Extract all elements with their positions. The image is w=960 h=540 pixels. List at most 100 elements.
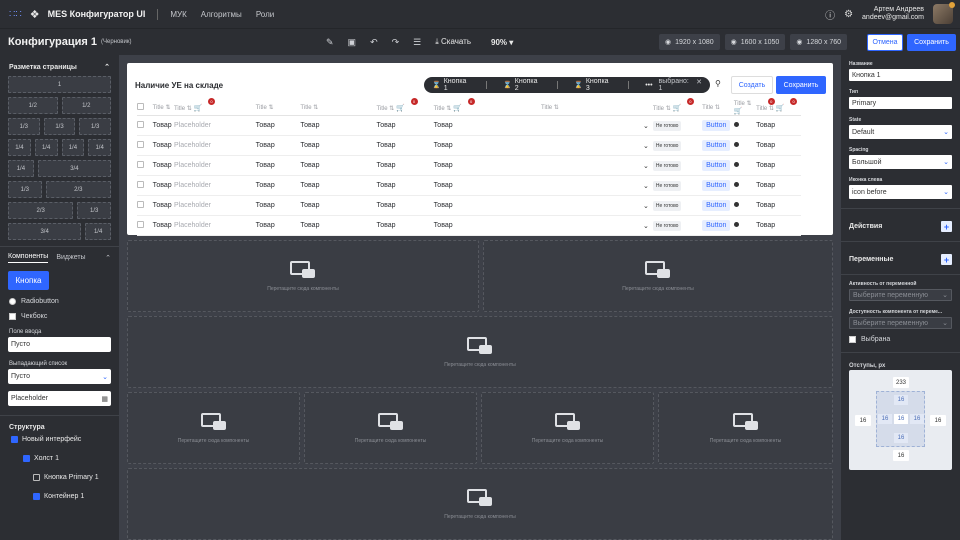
column-header[interactable]: Title ⇅ 🛒 0 xyxy=(376,98,434,116)
row-button[interactable]: Button xyxy=(702,160,731,171)
sort-icon[interactable]: ⇅ xyxy=(267,105,273,111)
chevron-down-icon[interactable]: ⌄ xyxy=(643,142,653,150)
drop-zone[interactable]: Перетащите сюда компоненты xyxy=(481,392,654,464)
undo-icon[interactable]: ↶ xyxy=(370,37,378,48)
drop-zone[interactable]: Перетащите сюда компоненты xyxy=(304,392,477,464)
tree-item-container[interactable]: Контейнер 1 xyxy=(9,493,110,500)
card-save-button[interactable]: Сохранить xyxy=(776,76,826,94)
table-cell[interactable]: Placeholder xyxy=(173,195,256,216)
create-button[interactable]: Создать xyxy=(731,76,773,94)
avatar[interactable] xyxy=(933,2,955,24)
apps-grid-icon[interactable]: ∷∷ xyxy=(9,9,22,20)
redo-icon[interactable]: ↷ xyxy=(392,37,400,48)
margin-right-input[interactable]: 16 xyxy=(930,415,946,426)
layout-option-cell[interactable]: 3/4 xyxy=(8,223,82,240)
sort-icon[interactable]: ⇅ xyxy=(767,106,774,112)
icon-left-select[interactable]: icon before ⌄ xyxy=(849,185,952,199)
padding-left-input[interactable]: 16 xyxy=(878,414,892,424)
chevron-down-icon[interactable]: ⌄ xyxy=(643,122,653,130)
search-icon[interactable]: ⚲ xyxy=(715,79,721,88)
widget-select[interactable]: Пусто ⌄ xyxy=(8,369,111,384)
sort-icon[interactable]: ⇅ xyxy=(185,106,192,112)
row-checkbox[interactable] xyxy=(137,181,144,188)
tab-widgets[interactable]: Виджеты xyxy=(56,254,85,263)
info-icon[interactable]: ⓘ xyxy=(825,7,835,22)
column-header[interactable]: Title ⇅ 🛒 0 xyxy=(433,98,541,116)
sort-icon[interactable]: ⇅ xyxy=(552,105,559,111)
layout-option-cell[interactable]: 1/3 xyxy=(77,202,111,219)
drop-zone[interactable]: Перетащите сюда компоненты xyxy=(127,240,479,312)
type-select[interactable]: Primary xyxy=(849,97,952,109)
save-button[interactable]: Сохранить xyxy=(907,33,956,51)
filter-icon[interactable]: ☰ xyxy=(413,37,421,48)
column-header[interactable]: Title ⇅ xyxy=(255,100,301,116)
row-button[interactable]: Button xyxy=(702,140,731,151)
layout-option-cell[interactable]: 1/3 xyxy=(8,181,42,198)
column-header[interactable]: Title ⇅ xyxy=(541,100,653,116)
table-row[interactable]: Товар Placeholder Товар Товар Товар Товар ⌄ Не … xyxy=(137,135,801,156)
layout-option-cell[interactable]: 1/4 xyxy=(34,139,58,156)
drop-zone[interactable]: Перетащите сюда компоненты xyxy=(127,468,833,540)
bulk-action-button-3[interactable]: ⌛ Кнопка 3 xyxy=(574,78,612,92)
add-action-icon[interactable]: + xyxy=(941,221,952,232)
layout-option-cell[interactable]: 1/4 xyxy=(88,139,111,156)
availability-select[interactable]: Выберите переменную ⌄ xyxy=(849,317,952,329)
drop-zone[interactable]: Перетащите сюда компоненты xyxy=(127,316,833,388)
sort-icon[interactable]: ⇅ xyxy=(664,106,671,112)
row-button[interactable]: Button xyxy=(702,120,731,131)
column-header[interactable]: Title ⇅ 🛒 0 xyxy=(652,98,703,116)
table-row[interactable]: Товар Placeholder Товар Товар Товар Товар ⌄ Не … xyxy=(137,115,801,136)
add-variable-icon[interactable]: + xyxy=(941,254,952,265)
name-input[interactable]: Кнопка 1 xyxy=(849,69,952,81)
row-button[interactable]: Button xyxy=(702,200,731,211)
column-header[interactable]: Title ⇅ 🛒 0 xyxy=(173,98,256,116)
drop-zone[interactable]: Перетащите сюда компоненты xyxy=(658,392,833,464)
nav-item-algorithms[interactable]: Алгоритмы xyxy=(201,10,242,19)
tab-components[interactable]: Компоненты xyxy=(8,253,49,263)
chevron-down-icon[interactable]: ⌄ xyxy=(643,222,653,230)
cart-icon[interactable]: 🛒 xyxy=(451,105,462,112)
column-header[interactable]: Title ⇅ xyxy=(702,100,734,116)
table-row[interactable]: Товар Placeholder Товар Товар Товар Товар ⌄ Не … xyxy=(137,155,801,176)
sort-icon[interactable]: ⇅ xyxy=(745,101,752,107)
row-checkbox[interactable] xyxy=(137,221,144,228)
bulk-action-button-2[interactable]: ⌛ Кнопка 2 xyxy=(503,78,541,92)
layout-option-cell[interactable]: 1/3 xyxy=(8,118,40,135)
column-header[interactable]: Title ⇅ xyxy=(300,100,377,116)
chevron-down-icon[interactable]: ⌄ xyxy=(643,162,653,170)
layout-option-cell[interactable]: 1 xyxy=(8,76,111,93)
widget-radio[interactable]: Radiobutton xyxy=(0,290,119,305)
padding-top-input[interactable]: 16 xyxy=(894,395,908,405)
layout-option-cell[interactable]: 1/4 xyxy=(8,139,31,156)
margin-bottom-input[interactable]: 16 xyxy=(893,450,909,461)
chevron-down-icon[interactable]: ⌄ xyxy=(643,182,653,190)
tree-item-canvas[interactable]: Холст 1 xyxy=(9,455,110,462)
layout-option-cell[interactable]: 3/4 xyxy=(37,160,111,177)
layout-section-header[interactable]: Разметка страницы ⌃ xyxy=(0,55,119,76)
cart-icon[interactable]: 🛒 xyxy=(394,105,405,112)
table-cell[interactable]: Placeholder xyxy=(173,115,256,136)
layout-option-cell[interactable]: 1/4 xyxy=(85,223,111,240)
tree-item-button[interactable]: Кнопка Primary 1 xyxy=(9,474,110,481)
resolution-1920-button[interactable]: ◉ 1920 x 1080 xyxy=(659,34,720,50)
nav-item-roles[interactable]: Роли xyxy=(256,10,274,19)
layout-option-cell[interactable]: 1/4 xyxy=(61,139,85,156)
table-cell[interactable]: Placeholder xyxy=(173,175,256,196)
nav-item-muk[interactable]: МУК xyxy=(170,10,186,19)
column-header[interactable]: Title ⇅ 🛒 0 xyxy=(733,98,775,116)
layout-option-cell[interactable]: 1/3 xyxy=(79,118,112,135)
table-cell[interactable]: Placeholder xyxy=(173,135,256,156)
sort-icon[interactable]: ⇅ xyxy=(713,105,720,111)
cart-icon[interactable]: 🛒 xyxy=(734,108,743,115)
drop-zone[interactable]: Перетащите сюда компоненты xyxy=(483,240,833,312)
margin-left-input[interactable]: 16 xyxy=(855,415,871,426)
select-all-checkbox[interactable] xyxy=(137,103,144,110)
layout-option-cell[interactable]: 2/3 xyxy=(45,181,111,198)
sort-icon[interactable]: ⇅ xyxy=(312,105,318,111)
widget-date-picker[interactable]: Placeholder ▦ xyxy=(8,391,111,406)
row-checkbox[interactable] xyxy=(137,121,144,128)
zoom-select[interactable]: 90% ▾ xyxy=(491,38,513,47)
layout-option-cell[interactable]: 1/2 xyxy=(61,97,111,114)
row-checkbox[interactable] xyxy=(137,141,144,148)
spacing-select[interactable]: Большой ⌄ xyxy=(849,155,952,169)
